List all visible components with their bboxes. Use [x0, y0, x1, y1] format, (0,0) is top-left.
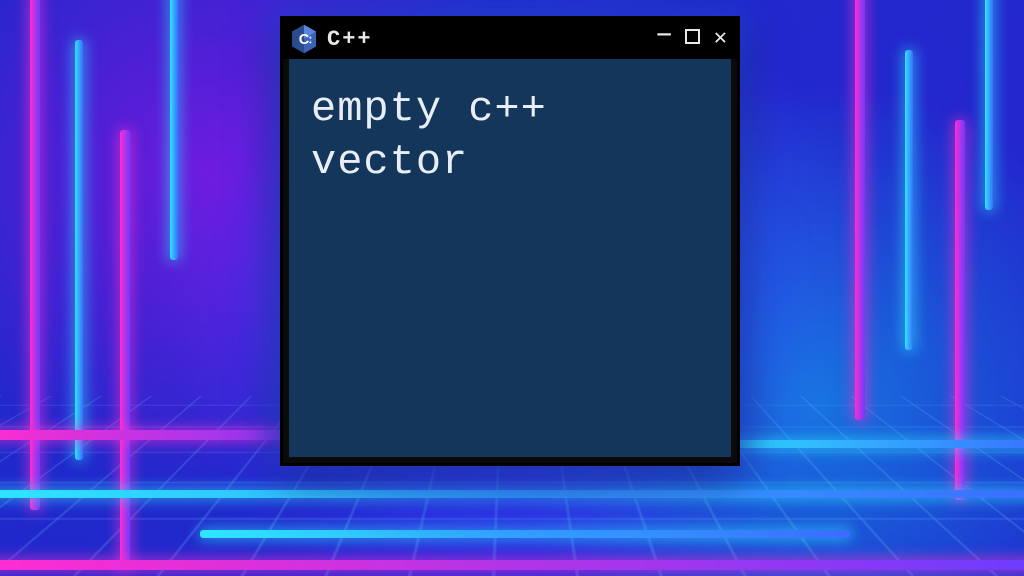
svg-text:+: + — [309, 40, 312, 46]
titlebar[interactable]: C + + C++ — ✕ — [283, 19, 737, 59]
circuit-trace — [985, 0, 993, 210]
maximize-button[interactable] — [685, 28, 700, 50]
circuit-trace — [905, 50, 913, 350]
terminal-text: empty c++ vector — [311, 83, 709, 188]
circuit-trace — [855, 0, 865, 420]
circuit-trace — [75, 40, 83, 460]
window-title: C++ — [327, 27, 373, 52]
circuit-trace — [120, 130, 130, 570]
terminal-window: C + + C++ — ✕ empty c++ vector — [280, 16, 740, 466]
circuit-trace — [170, 0, 178, 260]
cpp-logo-icon: C + + — [291, 24, 317, 54]
close-button[interactable]: ✕ — [714, 28, 727, 50]
minimize-button[interactable]: — — [658, 24, 671, 46]
window-controls: — ✕ — [658, 28, 727, 50]
terminal-client-area: empty c++ vector — [289, 59, 731, 457]
svg-text:C: C — [299, 32, 310, 48]
